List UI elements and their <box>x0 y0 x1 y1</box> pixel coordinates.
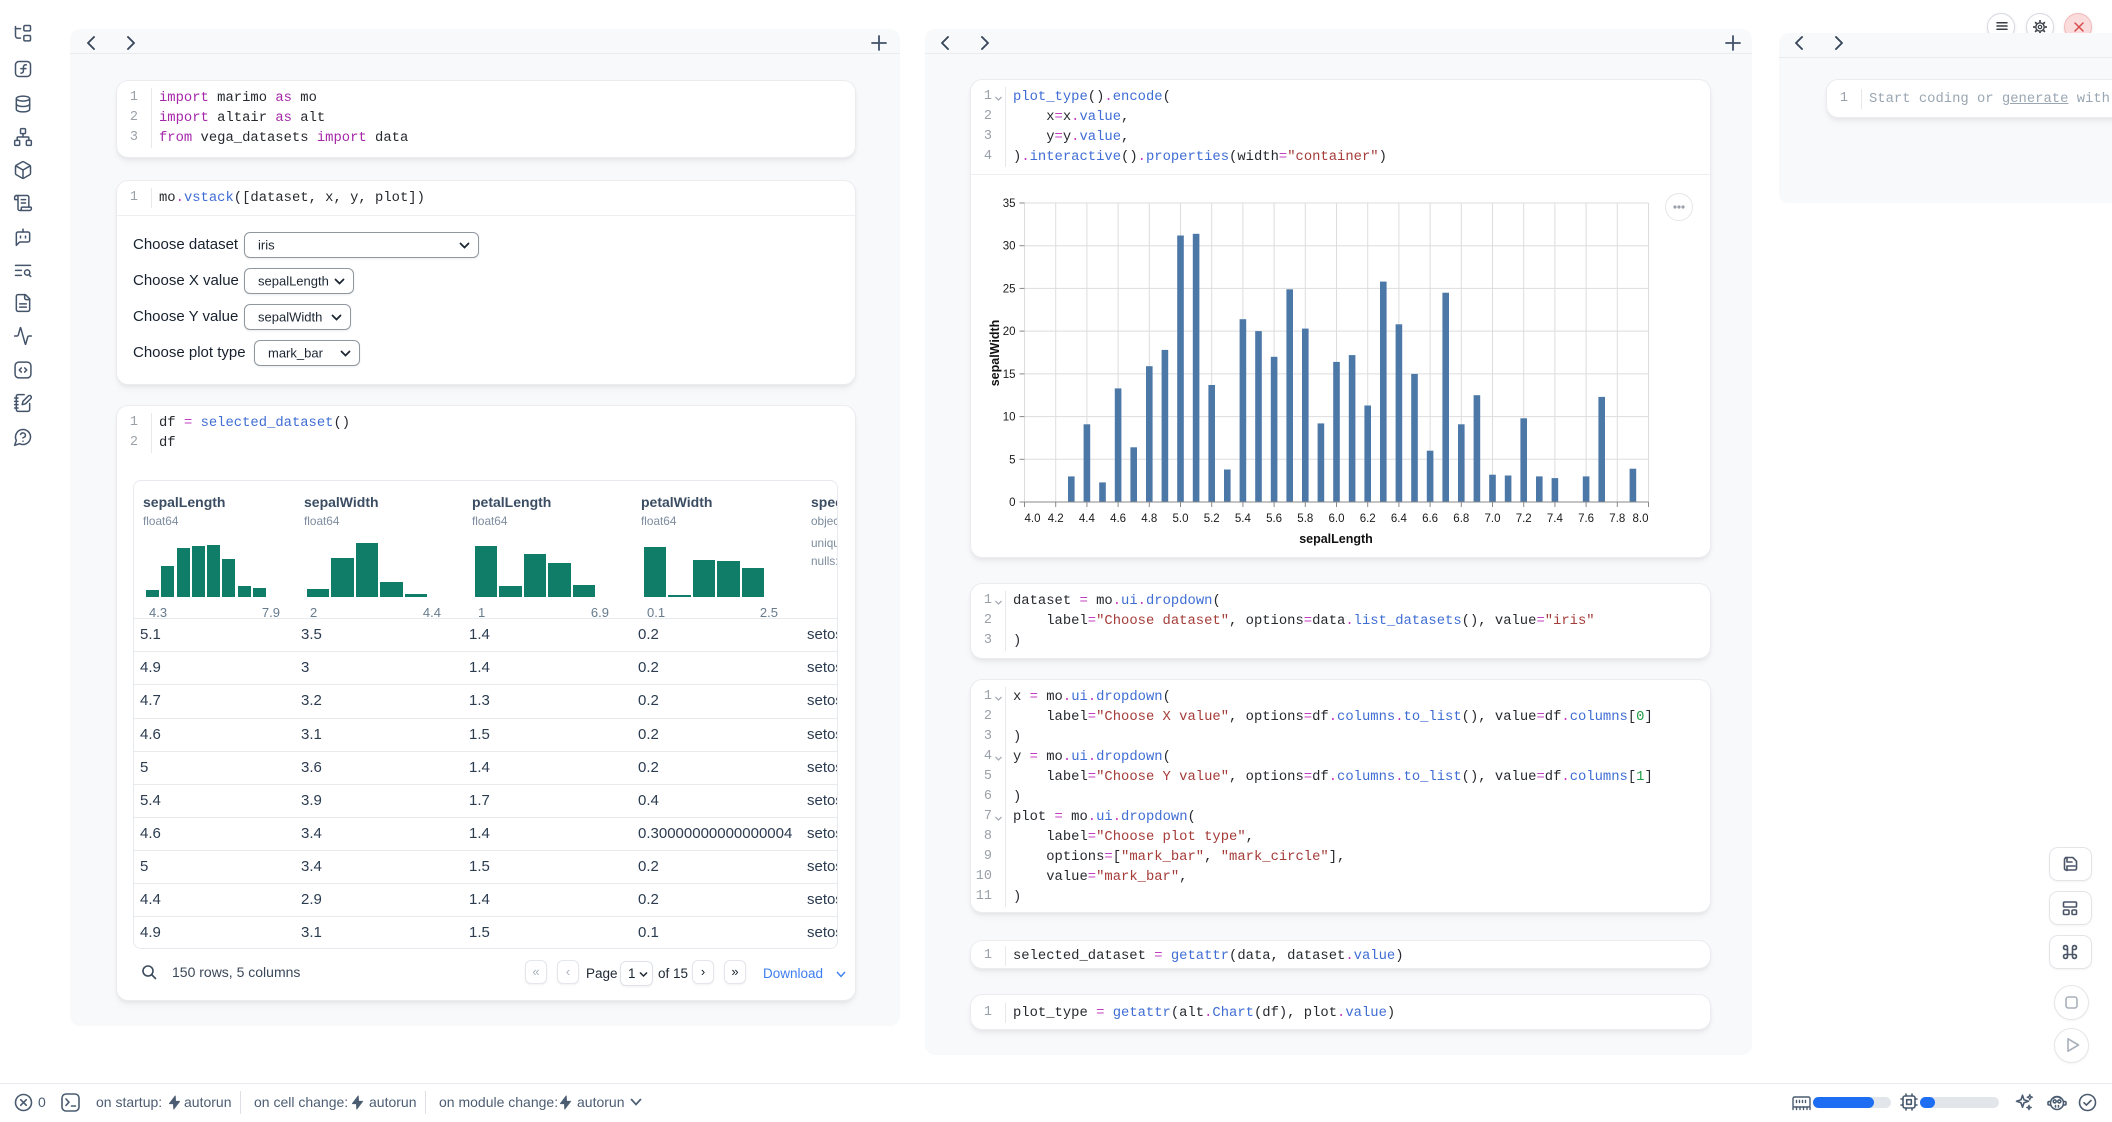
svg-text:6.0: 6.0 <box>1329 513 1345 525</box>
svg-text:20: 20 <box>1003 326 1016 338</box>
svg-text:7.2: 7.2 <box>1516 513 1532 525</box>
svg-text:7.8: 7.8 <box>1609 513 1625 525</box>
svg-text:5.2: 5.2 <box>1204 513 1220 525</box>
svg-text:7.0: 7.0 <box>1485 513 1501 525</box>
svg-text:5.4: 5.4 <box>1235 513 1252 525</box>
svg-text:6.4: 6.4 <box>1391 513 1408 525</box>
svg-text:30: 30 <box>1003 241 1016 253</box>
svg-text:4.4: 4.4 <box>1079 513 1096 525</box>
svg-text:4.6: 4.6 <box>1110 513 1126 525</box>
svg-text:5.0: 5.0 <box>1173 513 1189 525</box>
svg-text:6.6: 6.6 <box>1422 513 1438 525</box>
svg-text:0: 0 <box>1009 497 1015 509</box>
svg-text:35: 35 <box>1003 198 1016 210</box>
svg-text:7.6: 7.6 <box>1578 513 1594 525</box>
svg-text:4.2: 4.2 <box>1048 513 1064 525</box>
svg-text:6.2: 6.2 <box>1360 513 1376 525</box>
svg-text:5: 5 <box>1009 454 1015 466</box>
svg-text:5.6: 5.6 <box>1266 513 1282 525</box>
svg-text:4.0: 4.0 <box>1025 513 1041 525</box>
svg-text:10: 10 <box>1003 412 1016 424</box>
svg-text:4.8: 4.8 <box>1141 513 1157 525</box>
svg-text:sepalWidth: sepalWidth <box>988 320 1002 387</box>
svg-text:25: 25 <box>1003 283 1016 295</box>
svg-text:sepalLength: sepalLength <box>1299 532 1373 546</box>
svg-text:7.4: 7.4 <box>1547 513 1564 525</box>
svg-text:5.8: 5.8 <box>1297 513 1313 525</box>
svg-text:8.0: 8.0 <box>1633 513 1649 525</box>
svg-text:15: 15 <box>1003 369 1016 381</box>
svg-text:6.8: 6.8 <box>1453 513 1469 525</box>
